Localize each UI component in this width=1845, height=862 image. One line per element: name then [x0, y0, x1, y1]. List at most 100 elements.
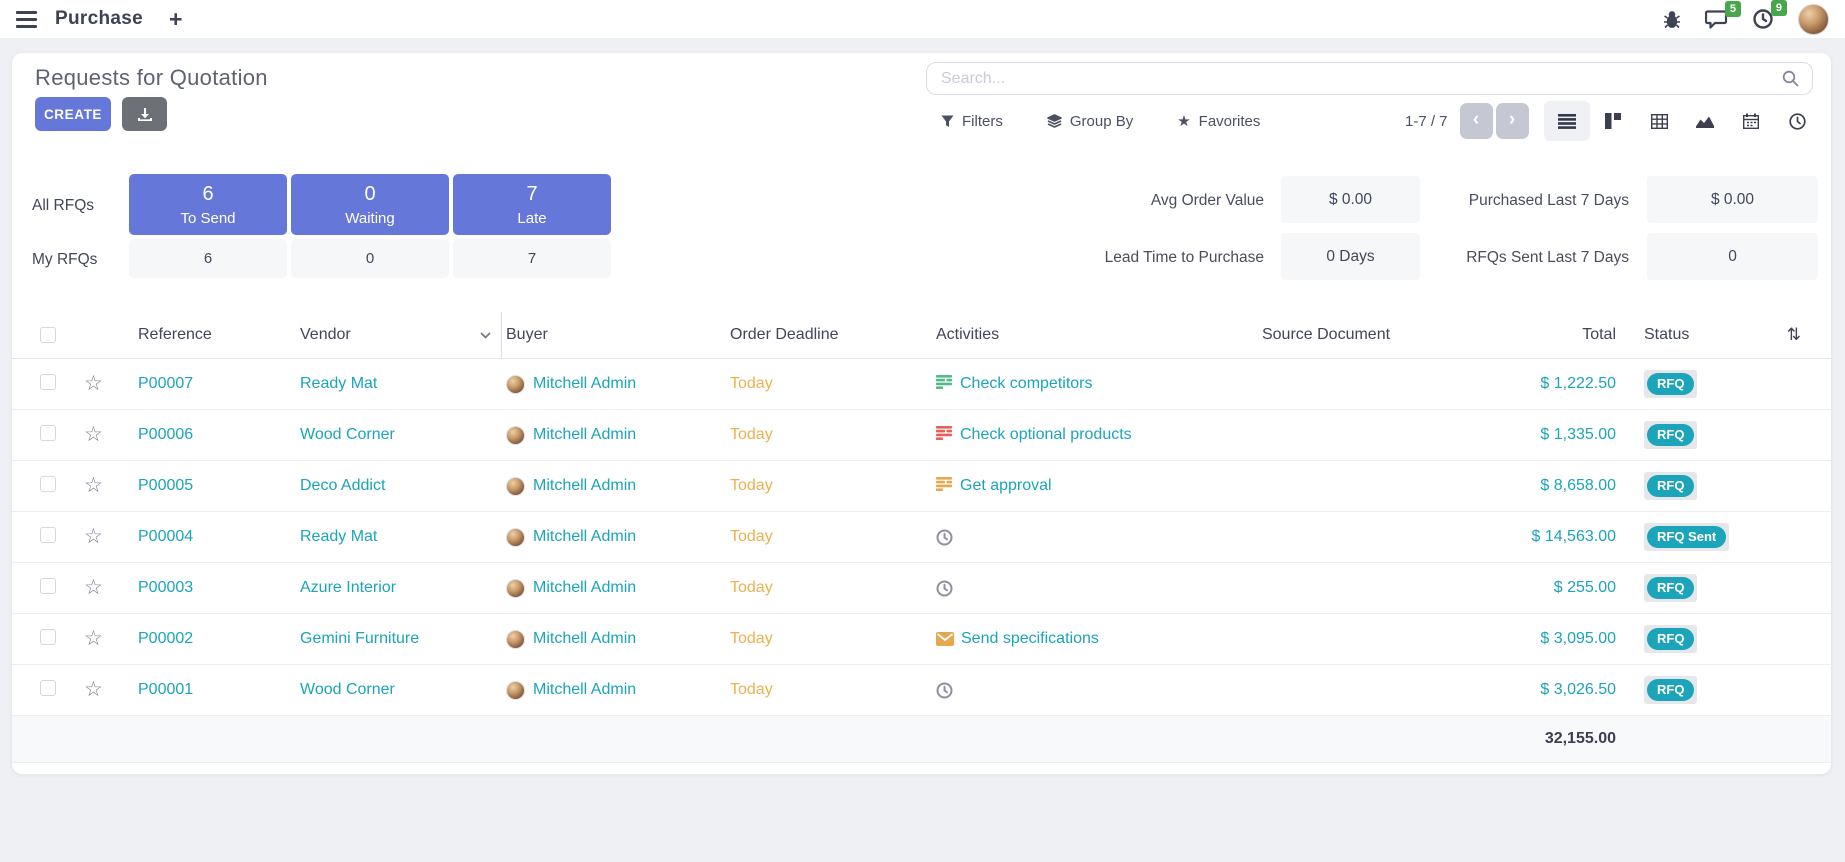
table-row[interactable]: ☆ P00001 Wood Corner Mitchell Admin Toda…: [12, 665, 1831, 716]
row-checkbox[interactable]: [40, 629, 56, 645]
buyer-link[interactable]: Mitchell Admin: [533, 477, 636, 495]
activity-clock-icon[interactable]: [936, 682, 953, 699]
pager-next-button[interactable]: ›: [1496, 103, 1529, 139]
messages-icon[interactable]: 5: [1705, 9, 1728, 30]
buyer-link[interactable]: Mitchell Admin: [533, 681, 636, 699]
buyer-link[interactable]: Mitchell Admin: [533, 426, 636, 444]
favorite-star-icon[interactable]: ☆: [84, 373, 103, 395]
table-row[interactable]: ☆ P00005 Deco Addict Mitchell Admin Toda…: [12, 461, 1831, 512]
kanban-view-button[interactable]: [1590, 101, 1636, 141]
table-row[interactable]: ☆ P00003 Azure Interior Mitchell Admin T…: [12, 563, 1831, 614]
create-button[interactable]: CREATE: [35, 97, 111, 131]
reference-link[interactable]: P00005: [134, 477, 296, 495]
activity-label[interactable]: Check competitors: [960, 375, 1093, 393]
bug-icon[interactable]: [1663, 10, 1681, 29]
optional-columns-icon[interactable]: ⇅: [1750, 312, 1809, 358]
group-by-button[interactable]: Group By: [1047, 113, 1133, 130]
table-row[interactable]: ☆ P00002 Gemini Furniture Mitchell Admin…: [12, 614, 1831, 665]
list-view-button[interactable]: [1544, 101, 1590, 141]
col-reference[interactable]: Reference: [134, 312, 296, 358]
row-checkbox[interactable]: [40, 374, 56, 390]
buyer-link[interactable]: Mitchell Admin: [533, 375, 636, 393]
favorite-star-icon[interactable]: ☆: [84, 526, 103, 548]
activity-list-icon[interactable]: [936, 477, 953, 496]
reference-link[interactable]: P00006: [134, 426, 296, 444]
col-vendor[interactable]: Vendor: [296, 312, 502, 358]
app-name[interactable]: Purchase: [55, 8, 143, 30]
row-checkbox[interactable]: [40, 578, 56, 594]
pager-prev-button[interactable]: ‹: [1460, 103, 1493, 139]
favorite-star-icon[interactable]: ☆: [84, 679, 103, 701]
vendor-link[interactable]: Wood Corner: [296, 681, 502, 699]
reference-link[interactable]: P00007: [134, 375, 296, 393]
select-all-checkbox[interactable]: [40, 327, 56, 343]
kpi-late[interactable]: 7 Late: [453, 174, 611, 235]
row-checkbox[interactable]: [40, 476, 56, 492]
favorite-star-icon[interactable]: ☆: [84, 475, 103, 497]
calendar-view-icon: [1743, 113, 1759, 129]
table-footer-row: 32,155.00: [12, 716, 1831, 763]
activities-clock-icon[interactable]: 9: [1752, 8, 1774, 30]
vendor-link[interactable]: Gemini Furniture: [296, 630, 502, 648]
activity-list-icon[interactable]: [936, 375, 953, 394]
activity-label[interactable]: Send specifications: [961, 630, 1099, 648]
lead-time-label: Lead Time to Purchase: [1062, 249, 1264, 267]
favorite-star-icon[interactable]: ☆: [84, 577, 103, 599]
kanban-view-icon: [1605, 113, 1621, 129]
buyer-link[interactable]: Mitchell Admin: [533, 630, 636, 648]
search-icon[interactable]: [1782, 70, 1799, 87]
vendor-link[interactable]: Ready Mat: [296, 528, 502, 546]
col-total[interactable]: Total: [1396, 312, 1620, 358]
buyer-avatar: [506, 579, 525, 598]
vendor-link[interactable]: Deco Addict: [296, 477, 502, 495]
favorites-button[interactable]: ★ Favorites: [1177, 113, 1260, 130]
kpi-to-send[interactable]: 6 To Send: [129, 174, 287, 235]
search-input[interactable]: [927, 70, 1782, 88]
activity-view-button[interactable]: [1774, 101, 1820, 141]
export-button[interactable]: [122, 97, 167, 131]
activity-list-icon[interactable]: [936, 426, 953, 445]
buyer-link[interactable]: Mitchell Admin: [533, 528, 636, 546]
col-status[interactable]: Status: [1620, 312, 1750, 358]
kpi-to-send-count: 6: [129, 174, 287, 206]
col-buyer[interactable]: Buyer: [502, 312, 726, 358]
calendar-view-button[interactable]: [1728, 101, 1774, 141]
reference-link[interactable]: P00001: [134, 681, 296, 699]
table-row[interactable]: ☆ P00007 Ready Mat Mitchell Admin Today …: [12, 359, 1831, 410]
activity-mail-icon[interactable]: [936, 632, 954, 646]
kpi-my-late[interactable]: 7: [453, 239, 611, 278]
graph-view-button[interactable]: [1682, 101, 1728, 141]
activity-clock-icon[interactable]: [936, 580, 953, 597]
table-header-row: Reference Vendor Buyer Order Deadline Ac…: [12, 312, 1831, 359]
vendor-link[interactable]: Azure Interior: [296, 579, 502, 597]
user-avatar[interactable]: [1798, 4, 1829, 35]
activity-label[interactable]: Check optional products: [960, 426, 1132, 444]
filters-button[interactable]: Filters: [941, 113, 1003, 130]
vendor-link[interactable]: Wood Corner: [296, 426, 502, 444]
pivot-view-button[interactable]: [1636, 101, 1682, 141]
col-deadline[interactable]: Order Deadline: [726, 312, 932, 358]
kpi-my-waiting[interactable]: 0: [291, 239, 449, 278]
favorite-star-icon[interactable]: ☆: [84, 424, 103, 446]
kpi-my-to-send[interactable]: 6: [129, 239, 287, 278]
table-row[interactable]: ☆ P00004 Ready Mat Mitchell Admin Today …: [12, 512, 1831, 563]
plus-icon[interactable]: +: [169, 8, 182, 31]
favorite-star-icon[interactable]: ☆: [84, 628, 103, 650]
view-switcher: [1544, 101, 1820, 141]
kpi-waiting[interactable]: 0 Waiting: [291, 174, 449, 235]
row-checkbox[interactable]: [40, 527, 56, 543]
table-row[interactable]: ☆ P00006 Wood Corner Mitchell Admin Toda…: [12, 410, 1831, 461]
reference-link[interactable]: P00003: [134, 579, 296, 597]
menu-icon[interactable]: [12, 7, 41, 32]
purchased-last-7-days-label: Purchased Last 7 Days: [1392, 192, 1629, 210]
activity-clock-icon[interactable]: [936, 529, 953, 546]
row-checkbox[interactable]: [40, 425, 56, 441]
activity-label[interactable]: Get approval: [960, 477, 1052, 495]
col-activities[interactable]: Activities: [932, 312, 1256, 358]
vendor-link[interactable]: Ready Mat: [296, 375, 502, 393]
col-source[interactable]: Source Document: [1256, 312, 1396, 358]
reference-link[interactable]: P00004: [134, 528, 296, 546]
buyer-link[interactable]: Mitchell Admin: [533, 579, 636, 597]
row-checkbox[interactable]: [40, 680, 56, 696]
reference-link[interactable]: P00002: [134, 630, 296, 648]
